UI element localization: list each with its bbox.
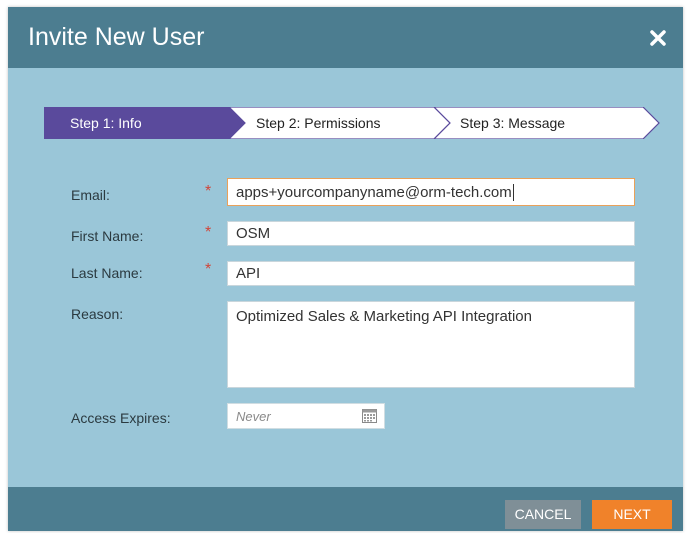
access-expires-placeholder: Never: [236, 408, 271, 424]
cancel-button[interactable]: CANCEL: [505, 500, 581, 529]
first-name-label: First Name:: [71, 228, 144, 244]
email-field[interactable]: apps+yourcompanyname@orm-tech.com: [227, 178, 635, 206]
first-name-field[interactable]: OSM: [227, 221, 635, 246]
last-name-required-marker: *: [205, 261, 212, 278]
first-name-value: OSM: [236, 225, 271, 242]
reason-label: Reason:: [71, 306, 124, 322]
step-1-label[interactable]: Step 1: Info: [70, 107, 142, 139]
next-button[interactable]: NEXT: [592, 500, 672, 529]
access-expires-label: Access Expires:: [71, 410, 171, 426]
dialog-title-bar: Invite New User: [8, 7, 683, 68]
access-expires-field[interactable]: Never: [227, 403, 385, 429]
reason-field[interactable]: Optimized Sales & Marketing API Integrat…: [227, 301, 635, 388]
first-name-required-marker: *: [205, 224, 212, 241]
step-indicator: Step 1: Info Step 2: Permissions Step 3:…: [44, 107, 664, 139]
email-value: apps+yourcompanyname@orm-tech.com: [236, 183, 512, 201]
last-name-value: API: [236, 265, 261, 282]
last-name-field[interactable]: API: [227, 261, 635, 286]
step-2-label[interactable]: Step 2: Permissions: [256, 107, 381, 139]
text-cursor: [512, 183, 514, 201]
email-label: Email:: [71, 187, 110, 203]
email-required-marker: *: [205, 183, 212, 200]
step-3-label[interactable]: Step 3: Message: [460, 107, 565, 139]
invite-user-dialog: Invite New User Step 1: Info Step 2: Per…: [8, 7, 683, 531]
dialog-footer: CANCEL NEXT: [8, 487, 683, 531]
close-icon[interactable]: [645, 25, 671, 51]
reason-value: Optimized Sales & Marketing API Integrat…: [236, 308, 532, 325]
dialog-title: Invite New User: [28, 23, 205, 51]
last-name-label: Last Name:: [71, 265, 143, 281]
calendar-icon[interactable]: [362, 409, 377, 423]
